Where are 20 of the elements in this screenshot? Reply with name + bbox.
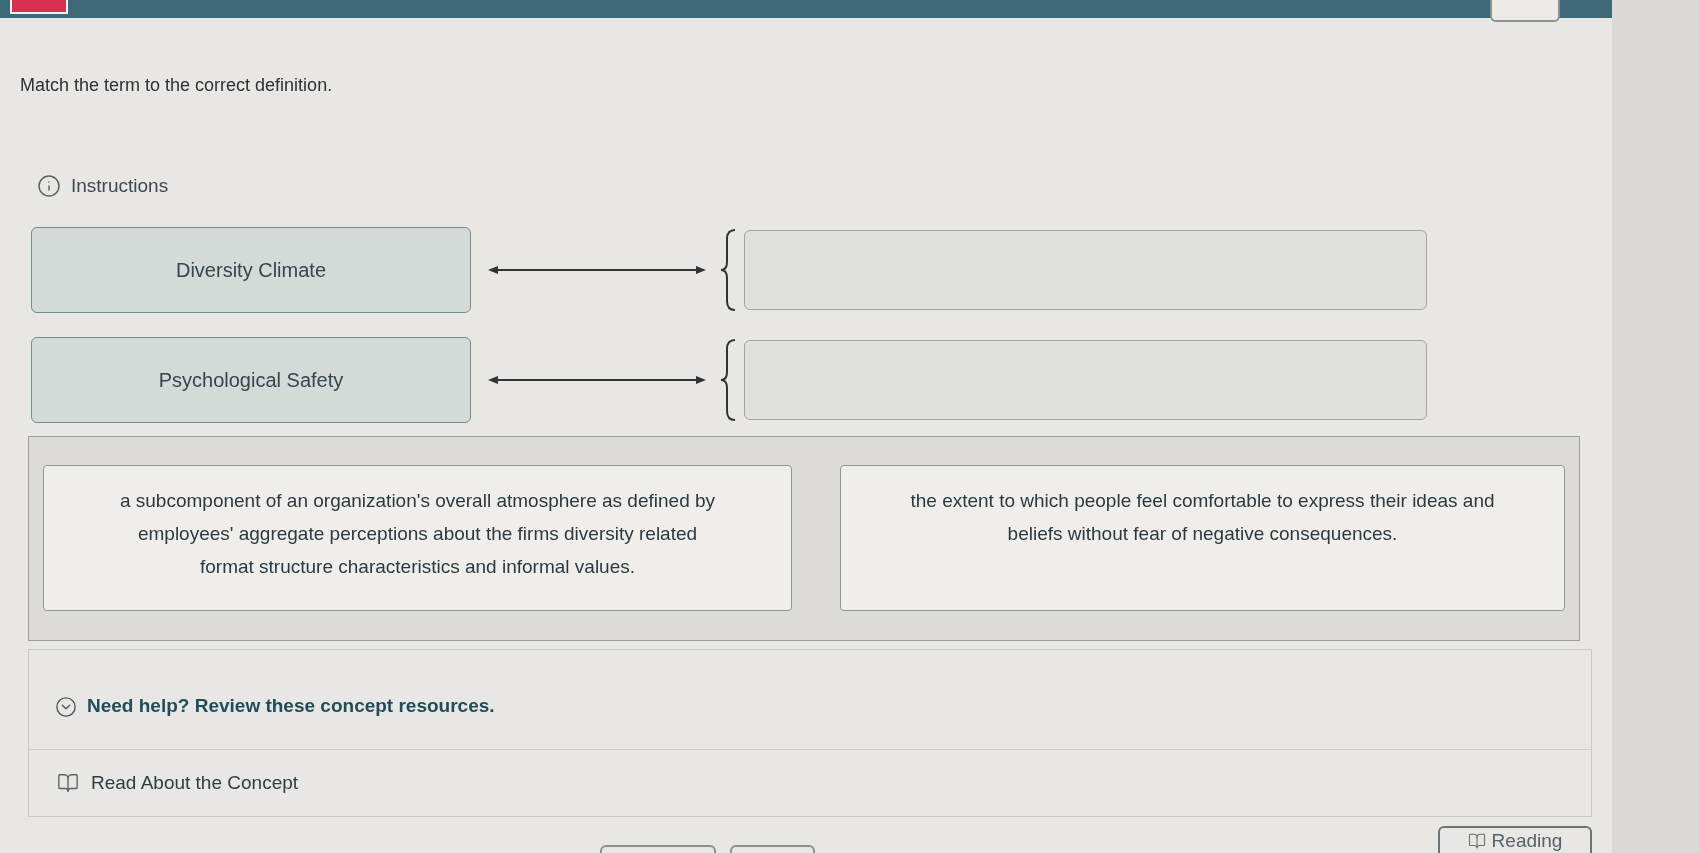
question-prompt: Match the term to the correct definition.: [20, 74, 333, 96]
header-button[interactable]: [1490, 0, 1560, 22]
book-icon: [57, 772, 79, 794]
curly-brace-icon: [720, 339, 736, 421]
resource-link[interactable]: Read About the Concept: [29, 750, 1591, 816]
drop-zone[interactable]: [744, 230, 1427, 310]
reading-button[interactable]: Reading: [1438, 826, 1592, 853]
footer-button[interactable]: [730, 845, 815, 853]
definition-card[interactable]: the extent to which people feel comfortable to express their ideas and beliefs without fear of negative consequences.: [840, 465, 1565, 611]
drop-zone[interactable]: [744, 340, 1427, 420]
curly-brace-icon: [720, 229, 736, 311]
book-icon: [1467, 832, 1486, 850]
footer-button[interactable]: [600, 845, 716, 853]
header-badge: [10, 0, 68, 14]
instructions-toggle[interactable]: Instructions: [37, 173, 169, 199]
help-toggle[interactable]: Need help? Review these concept resources.: [29, 650, 1591, 750]
definition-card[interactable]: a subcomponent of an organization's overall atmosphere as defined by employees' aggregate perceptions about the firms diversity related format structure characteristics and informal values.: [43, 465, 792, 611]
info-icon: [37, 174, 61, 198]
term-card[interactable]: Psychological Safety: [31, 337, 471, 423]
term-card[interactable]: Diversity Climate: [31, 227, 471, 313]
